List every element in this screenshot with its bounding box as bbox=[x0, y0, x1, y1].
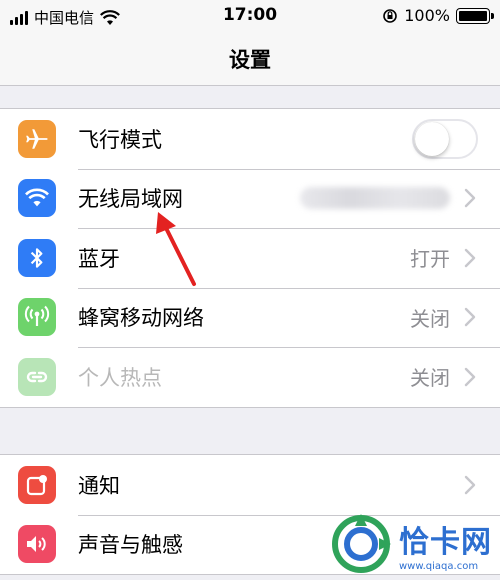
row-label: 蓝牙 bbox=[78, 246, 120, 271]
hotspot-icon bbox=[18, 357, 56, 396]
red-arrow-annotation bbox=[156, 212, 196, 286]
row-label: 无线局域网 bbox=[78, 187, 183, 212]
row-value: 打开 bbox=[410, 247, 450, 272]
chevron-right-icon bbox=[464, 475, 476, 494]
row-label: 声音与触感 bbox=[78, 533, 183, 558]
watermark: 恰卡网 www.qiaqa.com bbox=[329, 512, 492, 576]
watermark-url: www.qiaqa.com bbox=[399, 560, 479, 572]
battery-percent: 100% bbox=[404, 6, 450, 25]
watermark-title: 恰卡网 bbox=[399, 524, 492, 560]
settings-group-network: 飞行模式 无线局域网 蓝牙 打开 蜂窝移动网络 关闭 个人热点 关闭 bbox=[0, 108, 500, 408]
settings-row-cellular[interactable]: 蜂窝移动网络 关闭 bbox=[0, 287, 500, 348]
row-label: 飞行模式 bbox=[78, 127, 162, 152]
battery-icon bbox=[456, 7, 494, 24]
airplane-icon bbox=[18, 119, 56, 158]
chevron-right-icon bbox=[464, 367, 476, 386]
row-label: 个人热点 bbox=[78, 365, 162, 390]
airplane-mode-toggle[interactable] bbox=[412, 118, 478, 159]
watermark-text: 恰卡网 www.qiaqa.com bbox=[399, 517, 492, 572]
navigation-bar: 设置 bbox=[0, 32, 500, 86]
qiaka-logo-icon bbox=[332, 514, 391, 573]
toggle-knob bbox=[415, 121, 449, 156]
wifi-icon bbox=[18, 179, 56, 218]
chevron-right-icon bbox=[464, 248, 476, 267]
row-label: 蜂窝移动网络 bbox=[78, 306, 204, 331]
page-title: 设置 bbox=[229, 47, 271, 72]
chevron-right-icon bbox=[464, 308, 476, 327]
blurred-network-name bbox=[300, 187, 450, 210]
row-label: 通知 bbox=[78, 473, 120, 498]
row-value: 关闭 bbox=[410, 306, 450, 331]
status-bar: 中国电信 17:00 100% bbox=[0, 0, 500, 32]
settings-row-personal-hotspot[interactable]: 个人热点 关闭 bbox=[0, 347, 500, 407]
chevron-right-icon bbox=[464, 189, 476, 208]
status-right: 100% bbox=[382, 6, 494, 25]
settings-row-notifications[interactable]: 通知 bbox=[0, 455, 500, 515]
sound-icon bbox=[18, 525, 56, 564]
bluetooth-icon bbox=[18, 238, 56, 277]
settings-row-bluetooth[interactable]: 蓝牙 打开 bbox=[0, 228, 500, 288]
notification-icon bbox=[18, 465, 56, 504]
settings-row-airplane-mode: 飞行模式 bbox=[0, 109, 500, 169]
orientation-lock-icon bbox=[383, 8, 398, 23]
settings-row-wlan[interactable]: 无线局域网 bbox=[0, 168, 500, 229]
cellular-icon bbox=[18, 298, 56, 337]
row-value: 关闭 bbox=[410, 366, 450, 391]
